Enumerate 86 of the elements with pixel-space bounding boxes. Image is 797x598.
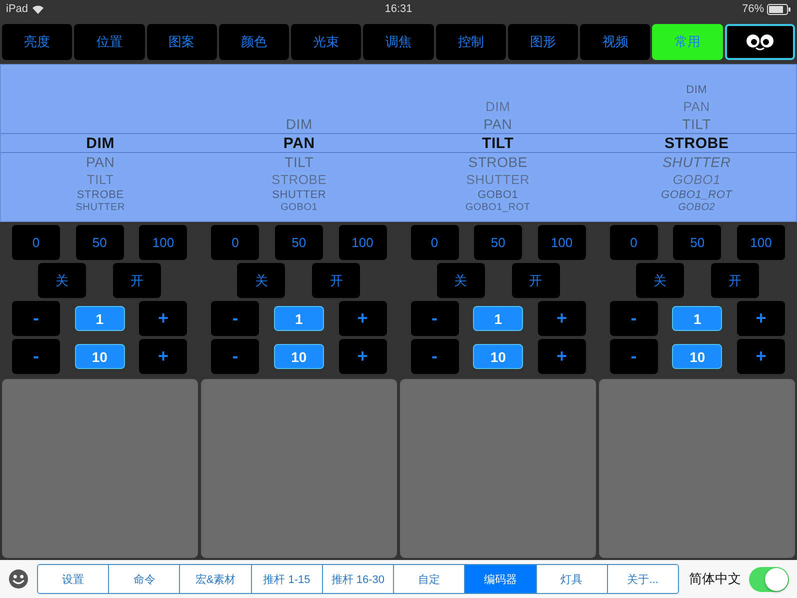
preset-button[interactable]: 50	[673, 225, 722, 260]
plus-button[interactable]: +	[538, 339, 586, 374]
switch-button[interactable]: 关	[237, 263, 286, 298]
minus-button[interactable]: -	[610, 339, 658, 374]
step-button[interactable]: 1	[274, 306, 324, 331]
attribute-option[interactable]: PAN	[283, 136, 315, 150]
tab[interactable]: 调焦	[363, 24, 434, 60]
plus-button[interactable]: +	[139, 339, 188, 374]
attribute-option[interactable]: DIM	[686, 85, 708, 96]
smiley-icon[interactable]	[8, 568, 29, 590]
eyes-button[interactable]	[724, 24, 795, 60]
attribute-option[interactable]: GOBO1_ROT	[661, 190, 732, 201]
page-tab[interactable]: 推杆 16-30	[322, 565, 394, 593]
plus-button[interactable]: +	[338, 301, 386, 336]
touch-pad[interactable]	[201, 379, 397, 558]
tab[interactable]: 视频	[580, 24, 650, 60]
switch-button[interactable]: 关	[436, 263, 485, 298]
attribute-option[interactable]: STROBE	[664, 136, 729, 150]
plus-button[interactable]: +	[338, 339, 386, 374]
tab[interactable]: 位置	[74, 24, 145, 60]
switch-button[interactable]: 开	[512, 263, 560, 298]
page-tab[interactable]: 关于...	[606, 565, 678, 593]
touch-pad[interactable]	[599, 379, 795, 558]
plus-button[interactable]: +	[139, 301, 188, 336]
page-tab[interactable]: 设置	[38, 565, 108, 593]
attribute-option[interactable]: GOBO1	[478, 190, 518, 201]
tab[interactable]: 常用	[652, 24, 723, 60]
switch-button[interactable]: 开	[113, 263, 162, 298]
step-button[interactable]: 1	[672, 306, 722, 331]
page-tab[interactable]: 推杆 1-15	[250, 565, 322, 593]
touch-pad[interactable]	[400, 379, 596, 558]
language-toggle[interactable]	[748, 566, 789, 592]
minus-button[interactable]: -	[211, 339, 260, 374]
minus-button[interactable]: -	[12, 339, 60, 374]
language-label: 简体中文	[688, 570, 741, 588]
tab[interactable]: 图案	[146, 24, 217, 60]
switch-button[interactable]: 关	[38, 263, 86, 298]
plus-button[interactable]: +	[737, 301, 785, 336]
page-tab[interactable]: 灯具	[536, 565, 607, 593]
clock-time: 16:31	[384, 3, 412, 15]
battery-icon	[767, 4, 792, 14]
preset-button[interactable]: 100	[538, 225, 586, 260]
device-name: iPad	[6, 3, 28, 15]
step-button[interactable]: 1	[473, 306, 524, 331]
minus-button[interactable]: -	[410, 339, 458, 374]
battery-percent: 76%	[742, 3, 764, 15]
switch-button[interactable]: 关	[636, 263, 684, 298]
preset-button[interactable]: 100	[338, 225, 386, 260]
preset-button[interactable]: 50	[76, 225, 124, 260]
page-tab[interactable]: 编码器	[464, 565, 536, 593]
preset-button[interactable]: 100	[139, 225, 188, 260]
touch-pad[interactable]	[2, 379, 198, 558]
preset-button[interactable]: 0	[610, 225, 658, 260]
minus-button[interactable]: -	[410, 301, 458, 336]
attribute-option[interactable]: DIM	[86, 136, 115, 150]
step-button[interactable]: 10	[274, 344, 324, 369]
preset-button[interactable]: 50	[474, 225, 522, 260]
wifi-icon	[32, 4, 44, 14]
attribute-option[interactable]: STROBE	[76, 190, 124, 201]
tab[interactable]: 图形	[508, 24, 578, 60]
eyes-icon	[744, 33, 775, 51]
preset-button[interactable]: 0	[211, 225, 260, 260]
attribute-option[interactable]: SHUTTER	[272, 190, 326, 201]
step-button[interactable]: 10	[74, 344, 125, 369]
preset-button[interactable]: 0	[12, 225, 60, 260]
step-button[interactable]: 1	[74, 306, 125, 331]
switch-button[interactable]: 开	[312, 263, 360, 298]
preset-button[interactable]: 100	[737, 225, 785, 260]
minus-button[interactable]: -	[610, 301, 658, 336]
attribute-option[interactable]: TILT	[482, 136, 514, 150]
switch-button[interactable]: 开	[710, 263, 759, 298]
preset-button[interactable]: 50	[274, 225, 323, 260]
plus-button[interactable]: +	[737, 339, 785, 374]
tab[interactable]: 光束	[291, 24, 362, 60]
tab[interactable]: 控制	[436, 24, 506, 60]
page-tab[interactable]: 自定	[393, 565, 464, 593]
page-tab[interactable]: 命令	[108, 565, 180, 593]
plus-button[interactable]: +	[538, 301, 586, 336]
minus-button[interactable]: -	[211, 301, 260, 336]
preset-button[interactable]: 0	[410, 225, 458, 260]
page-tab[interactable]: 宏&素材	[179, 565, 251, 593]
tab[interactable]: 颜色	[218, 24, 290, 60]
minus-button[interactable]: -	[12, 301, 60, 336]
step-button[interactable]: 10	[672, 344, 722, 369]
tab[interactable]: 亮度	[2, 24, 72, 60]
step-button[interactable]: 10	[473, 344, 524, 369]
